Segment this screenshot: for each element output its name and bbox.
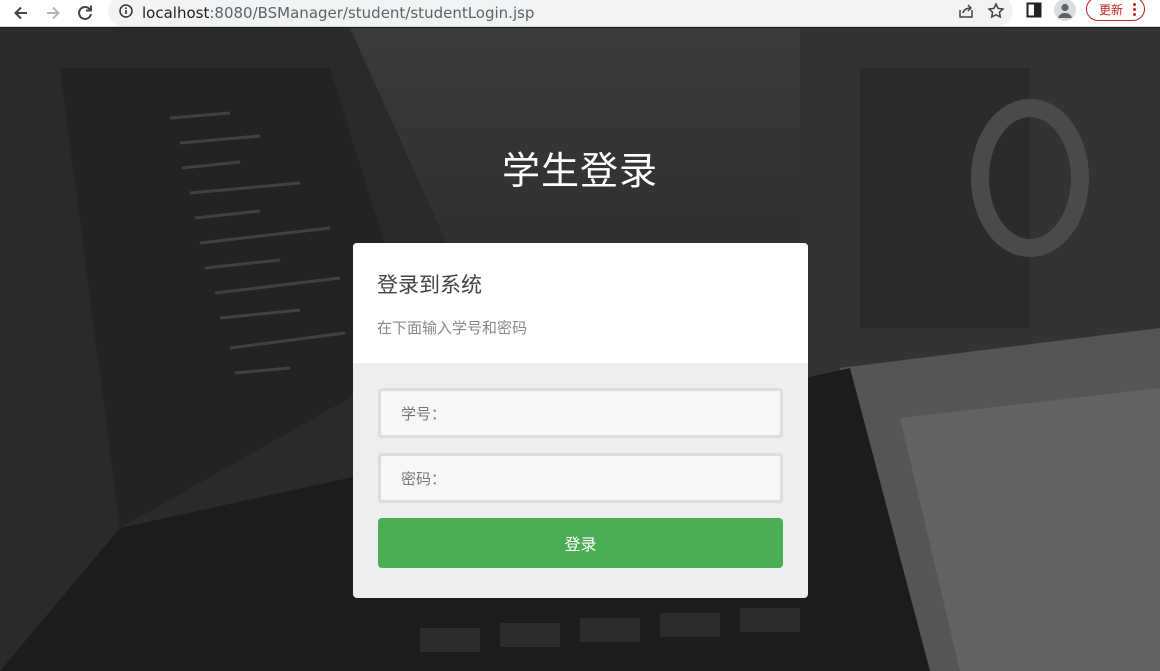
update-label: 更新 xyxy=(1099,2,1124,17)
site-info-icon[interactable] xyxy=(118,3,134,19)
page-title: 学生登录 xyxy=(501,149,658,193)
password-label: 密码： xyxy=(401,469,447,488)
login-page: 学生登录 登录到系统 在下面输入学号和密码 学号： 密码： 登录 xyxy=(0,28,1160,671)
card-subheading: 在下面输入学号和密码 xyxy=(377,319,528,337)
side-panel-icon[interactable] xyxy=(1024,0,1044,20)
reload-icon[interactable] xyxy=(72,1,98,25)
password-input[interactable] xyxy=(446,469,780,487)
login-card: 登录到系统 在下面输入学号和密码 学号： 密码： 登录 xyxy=(353,243,808,598)
student-id-field[interactable]: 学号： xyxy=(378,388,783,438)
url-host: localhost xyxy=(142,3,210,22)
card-heading: 登录到系统 xyxy=(377,273,482,297)
student-id-label: 学号： xyxy=(401,404,447,423)
update-button[interactable]: 更新 xyxy=(1086,0,1146,21)
url-path: :8080/BSManager/student/studentLogin.jsp xyxy=(209,3,535,22)
browser-toolbar: localhost:8080/BSManager/student/student… xyxy=(0,0,1160,27)
url-text: localhost:8080/BSManager/student/student… xyxy=(142,4,534,22)
forward-icon[interactable] xyxy=(40,1,66,25)
address-bar[interactable]: localhost:8080/BSManager/student/student… xyxy=(108,0,1013,26)
toolbar-right: 更新 xyxy=(1024,0,1146,21)
student-id-input[interactable] xyxy=(446,404,780,422)
bookmark-star-icon[interactable] xyxy=(987,2,1005,24)
login-form: 学号： 密码： 登录 xyxy=(353,363,808,568)
kebab-menu-icon[interactable] xyxy=(1133,2,1137,16)
login-button[interactable]: 登录 xyxy=(378,518,783,568)
card-header: 登录到系统 在下面输入学号和密码 xyxy=(353,243,808,363)
back-icon[interactable] xyxy=(8,1,34,25)
password-field[interactable]: 密码： xyxy=(378,453,783,503)
profile-avatar-icon[interactable] xyxy=(1054,0,1076,21)
share-icon[interactable] xyxy=(957,2,975,24)
